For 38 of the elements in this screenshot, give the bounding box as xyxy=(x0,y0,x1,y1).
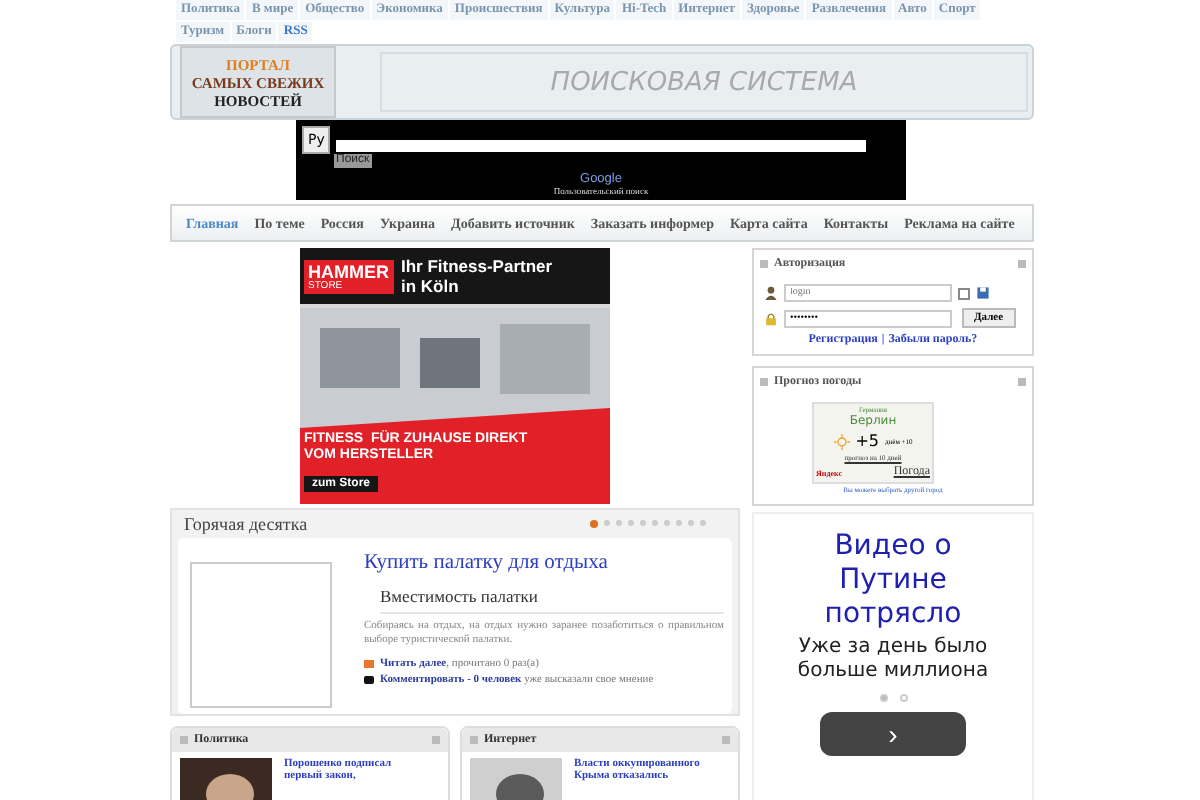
slide-dot[interactable] xyxy=(700,520,706,526)
collapse-icon[interactable] xyxy=(470,736,478,744)
comment-icon xyxy=(364,676,374,684)
article-title[interactable]: Купить палатку для отдыха xyxy=(364,552,724,576)
collapse-icon[interactable] xyxy=(180,736,188,744)
close-icon[interactable] xyxy=(432,736,440,744)
search-field[interactable] xyxy=(336,140,867,152)
user-icon xyxy=(764,286,778,300)
close-icon[interactable] xyxy=(1018,260,1026,268)
slide-dot[interactable] xyxy=(879,694,887,702)
panel-title: Горячая десятка xyxy=(184,514,308,534)
collapse-icon[interactable] xyxy=(760,260,768,268)
slide-dot[interactable] xyxy=(899,694,907,702)
ad-headline: Ihr Fitness-Partner in Köln xyxy=(401,256,555,296)
close-icon[interactable] xyxy=(1018,378,1026,386)
ad-brand: HAMMER xyxy=(308,261,389,281)
slide-dot[interactable] xyxy=(640,520,646,526)
ad-text: Уже за день было больше миллиона xyxy=(795,636,991,684)
close-icon[interactable] xyxy=(722,736,730,744)
article-subtitle: Вместимость палатки xyxy=(380,586,724,614)
slide-dot[interactable] xyxy=(590,520,598,528)
rss-icon xyxy=(364,660,374,668)
lock-icon xyxy=(764,311,778,325)
temperature: +5 xyxy=(855,432,879,450)
ad-title[interactable]: Видео о Путине потрясло xyxy=(793,530,993,632)
slide-dot[interactable] xyxy=(676,520,682,526)
slide-dot[interactable] xyxy=(652,520,658,526)
save-icon xyxy=(976,286,990,300)
slide-dot[interactable] xyxy=(604,520,610,526)
search-banner: ПОИСКОВАЯ СИСТЕМА xyxy=(380,52,1028,112)
remember-checkbox[interactable] xyxy=(958,287,970,299)
slide-dot[interactable] xyxy=(688,520,694,526)
slide-dot[interactable] xyxy=(628,520,634,526)
slide-dot[interactable] xyxy=(616,520,622,526)
next-button[interactable]: › xyxy=(820,712,966,756)
collapse-icon[interactable] xyxy=(760,378,768,386)
slide-dot[interactable] xyxy=(664,520,670,526)
sun-icon xyxy=(833,433,850,449)
